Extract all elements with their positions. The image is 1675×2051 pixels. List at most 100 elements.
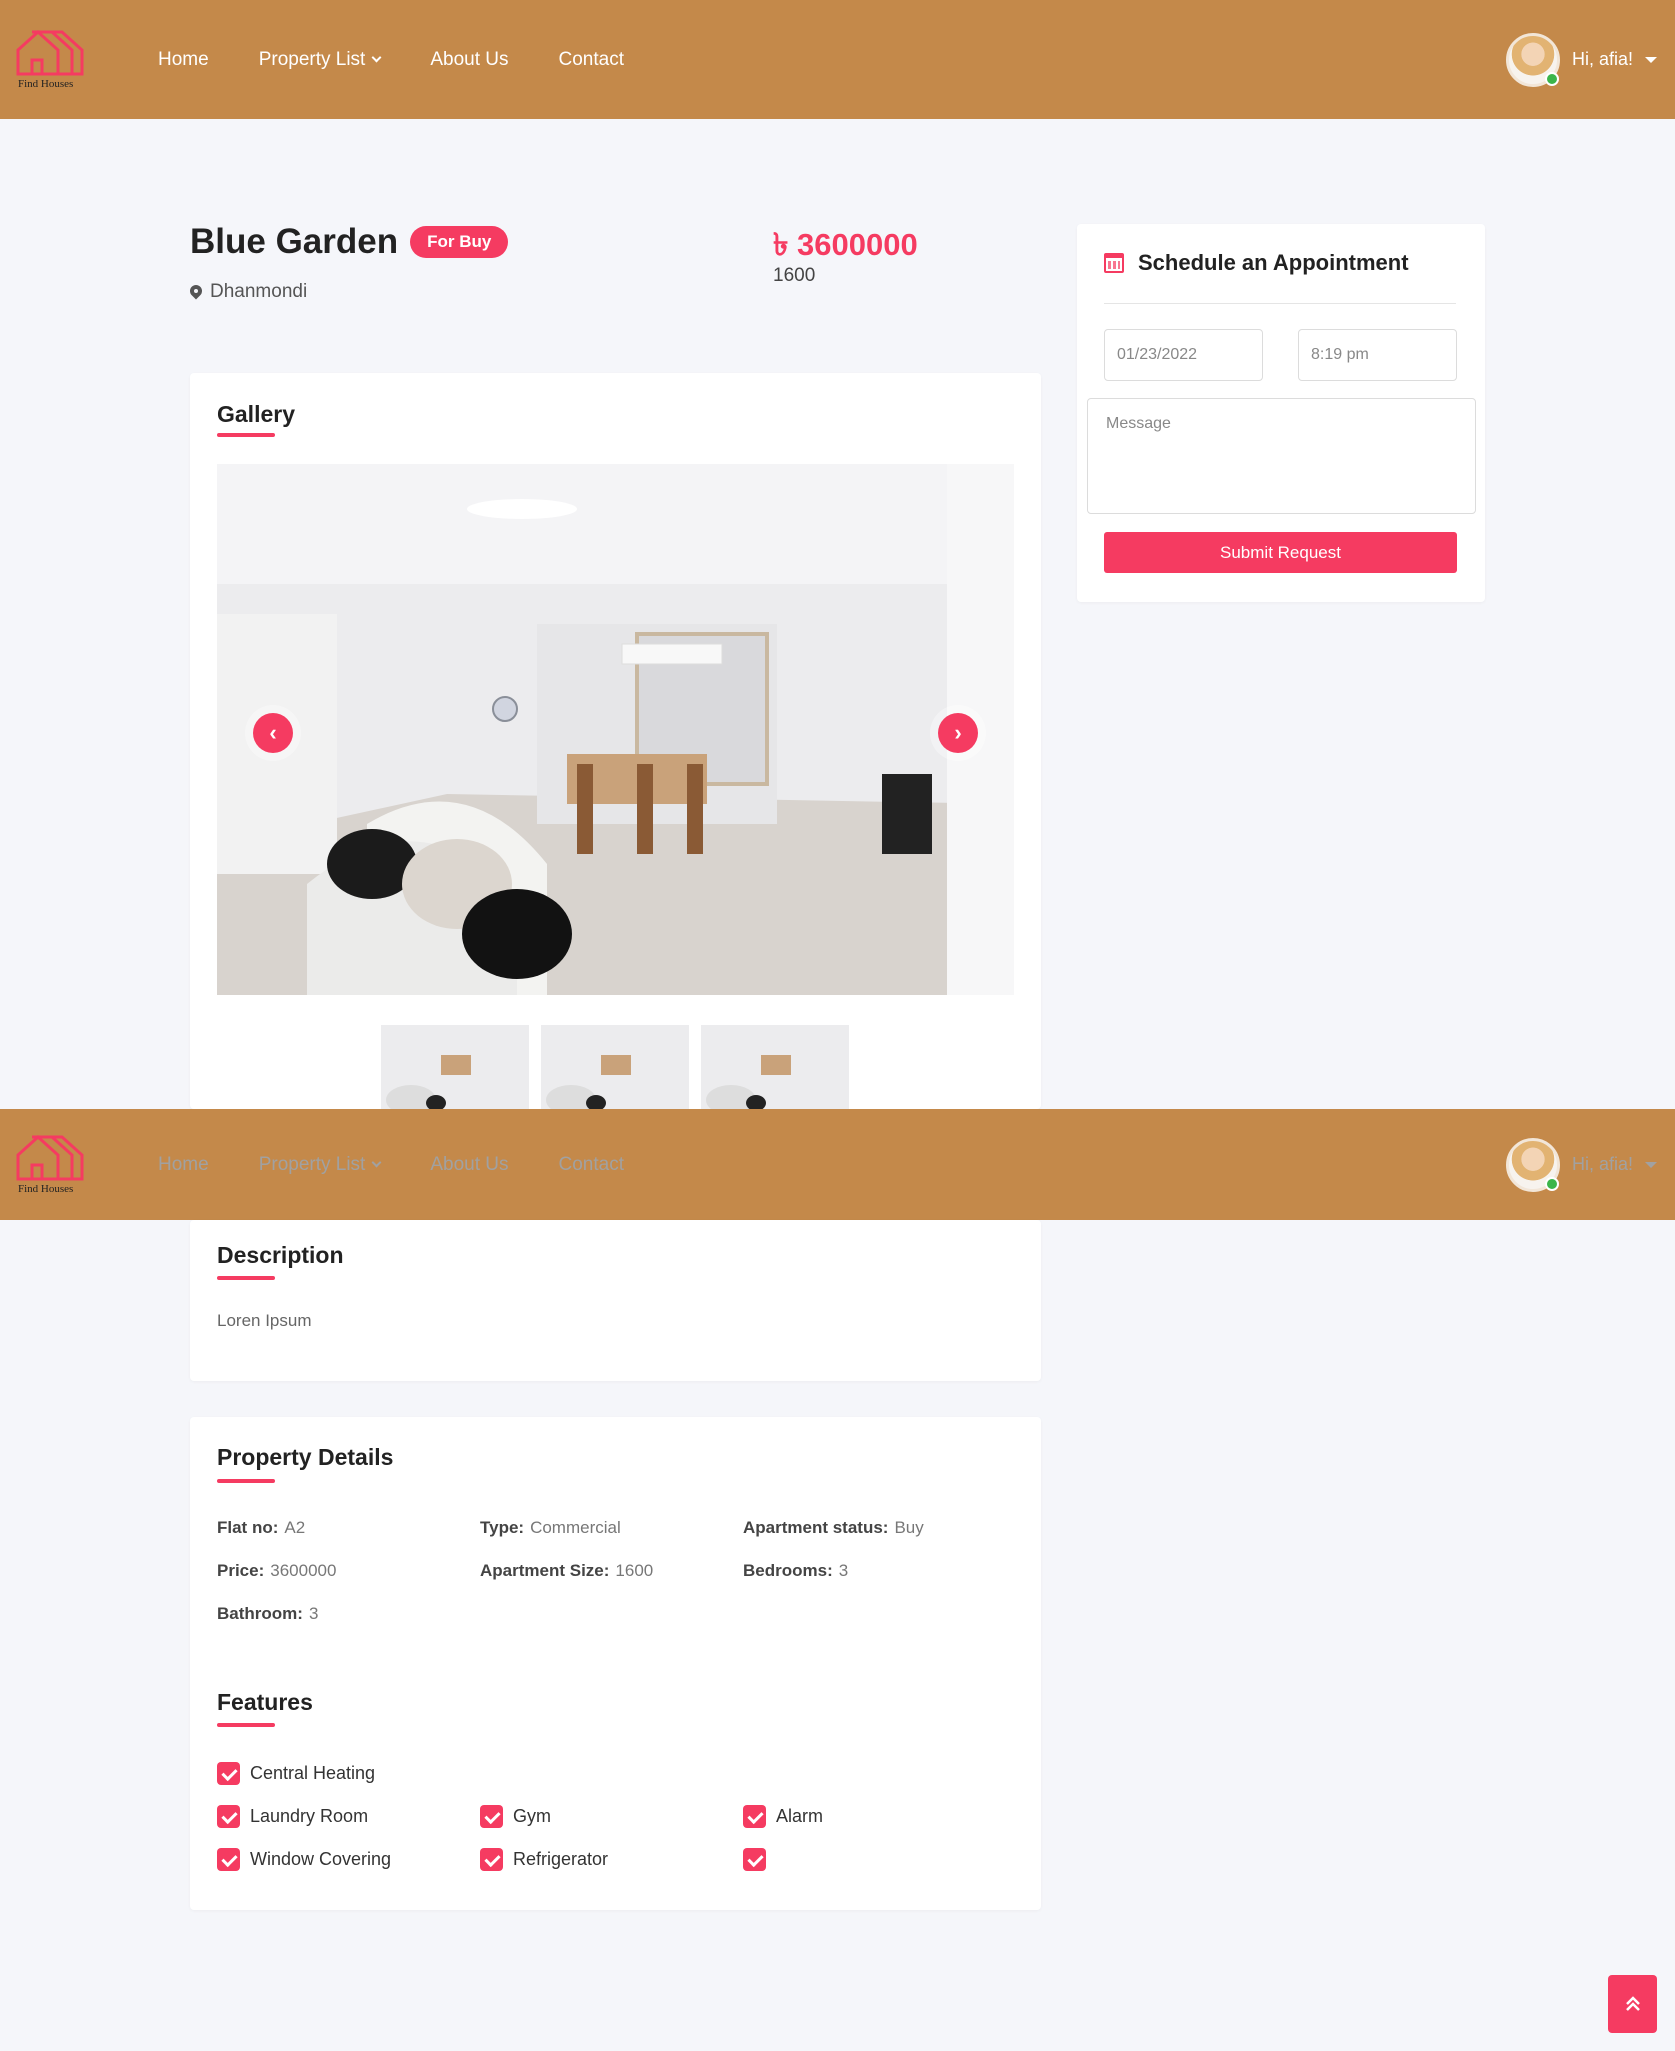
detail-apartment-size: Apartment Size: 1600 [480, 1561, 653, 1581]
details-heading: Property Details [217, 1444, 394, 1470]
feature-label: Central Heating [250, 1763, 376, 1783]
feature-item[interactable] [743, 1848, 776, 1871]
heading-underline [217, 1276, 275, 1280]
nav-about-us[interactable]: About Us [430, 1154, 508, 1176]
gallery-prev-button[interactable]: ‹ [245, 705, 301, 761]
description-text: Loren Ipsum [217, 1311, 312, 1330]
gallery-thumbnail[interactable] [381, 1025, 529, 1109]
map-pin-icon [190, 285, 202, 300]
double-chevron-up-icon [1625, 1996, 1640, 2011]
feature-label: Refrigerator [513, 1849, 609, 1869]
feature-item[interactable]: Alarm [743, 1805, 823, 1828]
nav-contact[interactable]: Contact [559, 1154, 624, 1176]
feature-label: Window Covering [250, 1849, 392, 1869]
submit-request-button[interactable]: Submit Request [1104, 532, 1457, 573]
feature-item[interactable]: Central Heating [217, 1762, 375, 1785]
checkbox-checked-icon[interactable] [743, 1805, 766, 1828]
detail-value: 3 [308, 1604, 319, 1623]
gallery-heading: Gallery [217, 401, 295, 427]
time-field[interactable]: 8:19 pm [1298, 329, 1457, 381]
nav-about-label: About Us [430, 1153, 509, 1175]
feature-label: Alarm [776, 1806, 824, 1826]
gallery-thumbnails [381, 1025, 849, 1109]
caret-down-icon [1645, 1161, 1657, 1168]
appointment-title: Schedule an Appointment [1138, 250, 1409, 275]
nav-property-list-label: Property List [258, 48, 366, 70]
detail-value: Commercial [530, 1518, 621, 1537]
property-location: Dhanmondi [190, 281, 307, 303]
nav-home[interactable]: Home [158, 49, 209, 71]
room-photo [217, 464, 1014, 995]
detail-bathroom: Bathroom: 3 [217, 1604, 318, 1624]
user-greeting: Hi, afia! [1571, 49, 1633, 69]
detail-flat-no: Flat no: A2 [217, 1518, 305, 1538]
user-menu[interactable]: Hi, afia! [1505, 0, 1657, 119]
nav-about-us[interactable]: About Us [430, 49, 508, 71]
chevron-down-icon [371, 52, 382, 63]
gallery-thumbnail[interactable] [541, 1025, 689, 1109]
checkbox-checked-icon[interactable] [480, 1848, 503, 1871]
heading-underline [217, 1723, 275, 1727]
message-field[interactable]: Message [1087, 398, 1476, 514]
gallery-next-button[interactable]: › [930, 705, 986, 761]
detail-value: A2 [284, 1518, 306, 1537]
detail-label: Bedrooms: [743, 1561, 833, 1580]
nav-property-list-label: Property List [258, 1153, 366, 1175]
back-to-top-button[interactable] [1608, 1975, 1657, 2033]
detail-value: 1600 [615, 1561, 654, 1580]
checkbox-checked-icon[interactable] [217, 1805, 240, 1828]
nav-property-list[interactable]: Property List [258, 48, 382, 71]
caret-down-icon [1645, 56, 1657, 63]
feature-item[interactable]: Refrigerator [480, 1848, 608, 1871]
detail-apartment-status: Apartment status: Buy [743, 1518, 924, 1538]
heading-underline [217, 433, 275, 437]
nav-home[interactable]: Home [158, 1154, 209, 1176]
chevron-left-icon: ‹ [253, 713, 293, 753]
property-title: Blue Garden [190, 222, 399, 261]
brand-logo[interactable]: Find Houses [14, 1129, 94, 1199]
user-menu[interactable]: Hi, afia! [1505, 1109, 1657, 1220]
nav-contact[interactable]: Contact [559, 49, 624, 71]
feature-item[interactable]: Window Covering [217, 1848, 391, 1871]
brand-logo[interactable]: Find Houses [14, 24, 94, 94]
nav-property-list[interactable]: Property List [258, 1153, 382, 1176]
detail-value: 3 [838, 1561, 849, 1580]
chevron-down-icon [371, 1157, 382, 1168]
property-header: Blue Garden For Buy [190, 222, 509, 262]
detail-label: Apartment status: [743, 1518, 889, 1537]
nav-contact-label: Contact [558, 48, 624, 70]
main-nav: Home Property List About Us Contact [158, 1109, 624, 1220]
brand-name: Find Houses [18, 1183, 74, 1195]
detail-label: Apartment Size: [480, 1561, 610, 1580]
description-card: Description Loren Ipsum [190, 1220, 1041, 1381]
property-details-card: Property Details Flat no: A2 Type: Commerc… [190, 1417, 1041, 1910]
detail-label: Price: [217, 1561, 265, 1580]
checkbox-checked-icon[interactable] [480, 1805, 503, 1828]
location-text: Dhanmondi [210, 281, 308, 302]
calendar-icon [1104, 253, 1124, 273]
feature-item[interactable]: Laundry Room [217, 1805, 368, 1828]
features-heading: Features [217, 1689, 313, 1715]
sticky-navbar: Find Houses Home Property List About Us … [0, 1109, 1675, 1220]
gallery-card: Gallery ‹ › [190, 373, 1041, 1109]
status-badge: For Buy [410, 226, 509, 258]
user-greeting: Hi, afia! [1571, 1154, 1633, 1174]
checkbox-checked-icon[interactable] [217, 1762, 240, 1785]
house-logo-icon [16, 29, 84, 76]
checkbox-checked-icon[interactable] [217, 1848, 240, 1871]
feature-label: Laundry Room [250, 1806, 369, 1826]
detail-value: 3600000 [270, 1561, 337, 1580]
nav-contact-label: Contact [558, 1153, 624, 1175]
gallery-thumbnail[interactable] [701, 1025, 849, 1109]
avatar [1505, 1137, 1560, 1192]
nav-about-label: About Us [430, 48, 509, 70]
checkbox-checked-icon[interactable] [743, 1848, 766, 1871]
description-heading: Description [217, 1242, 344, 1268]
detail-price: Price: 3600000 [217, 1561, 336, 1581]
detail-label: Bathroom: [217, 1604, 303, 1623]
detail-label: Flat no: [217, 1518, 279, 1537]
brand-name: Find Houses [18, 78, 74, 90]
date-field[interactable]: 01/23/2022 [1104, 329, 1263, 381]
chevron-right-icon: › [938, 713, 978, 753]
feature-item[interactable]: Gym [480, 1805, 551, 1828]
